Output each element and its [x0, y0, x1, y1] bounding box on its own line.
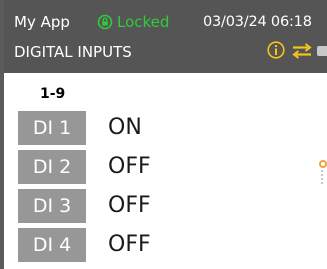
di-label[interactable]: DI 3: [18, 189, 86, 223]
di-value: OFF: [108, 154, 151, 179]
di-label[interactable]: DI 1: [18, 111, 86, 145]
app-name: My App: [14, 13, 70, 31]
di-row: DI 4 OFF: [18, 228, 151, 262]
di-value: OFF: [108, 193, 151, 218]
status-bar: My App Locked 03/03/24 06:18 DIGITAL INP…: [4, 0, 327, 73]
swap-arrows-icon[interactable]: [291, 43, 313, 59]
group-label: 1-9: [40, 86, 66, 102]
lock-status[interactable]: Locked: [97, 13, 169, 31]
lock-icon: [97, 14, 113, 30]
di-value: ON: [108, 115, 142, 140]
app-screen: My App Locked 03/03/24 06:18 DIGITAL INP…: [0, 0, 327, 269]
info-icon[interactable]: [267, 41, 285, 59]
di-label[interactable]: DI 2: [18, 150, 86, 184]
di-label[interactable]: DI 4: [18, 228, 86, 262]
datetime: 03/03/24 06:18: [203, 14, 312, 30]
di-value: OFF: [108, 232, 151, 257]
side-marker-line: [321, 170, 323, 186]
side-marker: [319, 160, 327, 168]
battery-icon: [317, 46, 327, 56]
di-row: DI 1 ON: [18, 111, 142, 145]
di-row: DI 3 OFF: [18, 189, 151, 223]
page-title: DIGITAL INPUTS: [14, 43, 132, 61]
di-row: DI 2 OFF: [18, 150, 151, 184]
lock-status-text: Locked: [117, 13, 170, 31]
